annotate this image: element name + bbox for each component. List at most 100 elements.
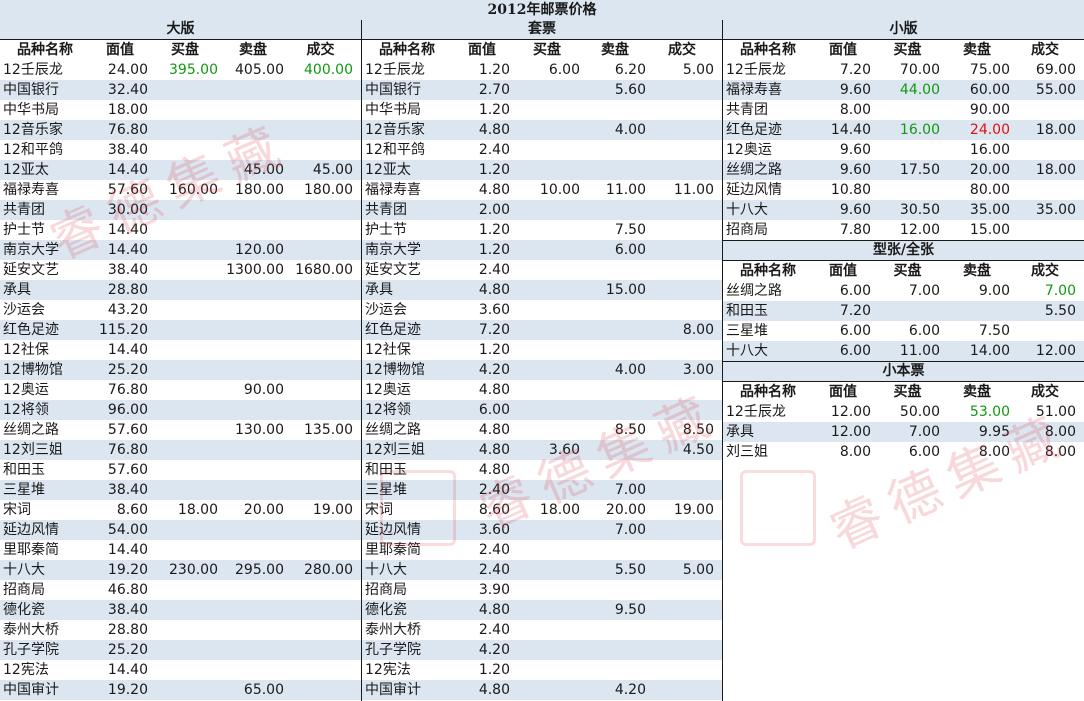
ask-cell: 8.50 [614, 422, 646, 438]
trade-cell [286, 240, 355, 260]
name-cell: 12社保 [3, 342, 49, 358]
column-header: 买盘 [893, 384, 922, 400]
table-row: 延安文艺 2.40 [362, 260, 722, 280]
trade-cell [648, 280, 716, 300]
trade-cell [648, 600, 716, 620]
bid-cell [512, 580, 582, 600]
name-cell: 十八大 [726, 202, 768, 218]
face-value-cell: 57.60 [107, 422, 148, 438]
name-cell: 红色足迹 [726, 122, 782, 138]
face-value-cell: 32.40 [107, 82, 148, 98]
table-row: 12壬辰龙 12.00 50.00 53.00 51.00 [723, 402, 1084, 422]
face-value-cell: 14.40 [107, 242, 148, 258]
table-row: 十八大 19.20 230.00 295.00 280.00 [0, 560, 361, 580]
ask-cell [582, 620, 648, 640]
trade-cell [286, 140, 355, 160]
ask-cell: 295.00 [235, 562, 284, 578]
bid-cell [512, 420, 582, 440]
trade-cell [1012, 140, 1078, 160]
ask-cell: 20.00 [605, 502, 646, 518]
ask-cell: 8.00 [978, 444, 1010, 460]
bid-cell [512, 360, 582, 380]
trade-cell [648, 400, 716, 420]
table-row: 刘三姐 8.00 6.00 8.00 8.00 [723, 442, 1084, 462]
table-small: 品种名称 面值 买盘 卖盘 成交 12壬辰龙 7.20 70.00 75.00 69.00 福禄寿喜… [723, 40, 1084, 240]
face-value-cell: 14.40 [107, 662, 148, 678]
trade-cell [286, 400, 355, 420]
face-value-cell: 4.80 [478, 462, 510, 478]
name-cell: 沙运会 [365, 302, 407, 318]
column-header: 面值 [106, 42, 134, 58]
name-cell: 孔子学院 [365, 642, 421, 658]
panel-right: 小版 品种名称 面值 买盘 卖盘 成交 12壬辰龙 7.20 70.00 75.00 69.00 福… [723, 20, 1084, 462]
name-cell: 和田玉 [365, 462, 407, 478]
face-value-cell: 4.20 [478, 362, 510, 378]
bid-cell [150, 660, 220, 680]
column-header: 买盘 [171, 42, 199, 58]
name-cell: 三星堆 [3, 482, 45, 498]
table-row: 中国审计 19.20 65.00 [0, 680, 361, 700]
bid-cell [150, 220, 220, 240]
table-row: 共青团 2.00 [362, 200, 722, 220]
name-cell: 12刘三姐 [365, 442, 425, 458]
table-row: 丝绸之路 4.80 8.50 8.50 [362, 420, 722, 440]
face-value-cell: 2.40 [478, 542, 510, 558]
column-header: 品种名称 [740, 263, 796, 279]
column-divider [722, 20, 723, 701]
trade-cell: 180.00 [304, 182, 353, 198]
bid-cell [512, 540, 582, 560]
table-row: 护士节 14.40 [0, 220, 361, 240]
name-cell: 延安文艺 [3, 262, 59, 278]
bid-cell [512, 240, 582, 260]
column-header: 面值 [468, 42, 496, 58]
name-cell: 12亚太 [3, 162, 49, 178]
column-header: 卖盘 [963, 384, 991, 400]
table-row: 12博物馆 25.20 [0, 360, 361, 380]
table-header-row: 品种名称 面值 买盘 卖盘 成交 [723, 40, 1084, 60]
bid-cell [150, 440, 220, 460]
ask-cell [220, 660, 286, 680]
bid-cell: 70.00 [899, 62, 940, 78]
face-value-cell: 4.80 [478, 682, 510, 698]
trade-cell [286, 280, 355, 300]
face-value-cell: 2.00 [478, 202, 510, 218]
table-row: 三星堆 38.40 [0, 480, 361, 500]
bid-cell [150, 140, 220, 160]
table-row: 丝绸之路 57.60 130.00 135.00 [0, 420, 361, 440]
bid-cell: 3.60 [548, 442, 580, 458]
table-row: 招商局 7.80 12.00 15.00 [723, 220, 1084, 240]
name-cell: 十八大 [3, 562, 45, 578]
face-value-cell: 4.80 [478, 442, 510, 458]
face-value-cell: 12.00 [830, 404, 871, 420]
table-row: 孔子学院 4.20 [362, 640, 722, 660]
ask-cell: 7.00 [614, 522, 646, 538]
face-value-cell: 2.40 [478, 562, 510, 578]
trade-cell [648, 200, 716, 220]
name-cell: 12将领 [3, 402, 49, 418]
column-header: 成交 [1031, 263, 1059, 279]
table-row: 沙运会 43.20 [0, 300, 361, 320]
table-row: 宋词 8.60 18.00 20.00 19.00 [362, 500, 722, 520]
face-value-cell: 9.60 [839, 82, 871, 98]
bid-cell [512, 220, 582, 240]
bid-cell [512, 140, 582, 160]
ask-cell [582, 320, 648, 340]
bid-cell: 17.50 [899, 162, 940, 178]
trade-cell [286, 580, 355, 600]
ask-cell [582, 340, 648, 360]
trade-cell: 5.00 [682, 62, 714, 78]
face-value-cell: 24.00 [107, 62, 148, 78]
bid-cell [512, 260, 582, 280]
ask-cell [582, 300, 648, 320]
column-header: 卖盘 [963, 42, 991, 58]
bid-cell: 6.00 [548, 62, 580, 78]
bid-cell: 44.00 [899, 82, 940, 98]
name-cell: 12将领 [365, 402, 411, 418]
name-cell: 和田玉 [726, 303, 768, 319]
column-header: 品种名称 [379, 42, 435, 58]
name-cell: 宋词 [3, 502, 31, 518]
trade-cell: 135.00 [304, 422, 353, 438]
table-row: 泰州大桥 2.40 [362, 620, 722, 640]
table-row: 12社保 1.20 [362, 340, 722, 360]
ask-cell: 24.00 [969, 122, 1010, 138]
